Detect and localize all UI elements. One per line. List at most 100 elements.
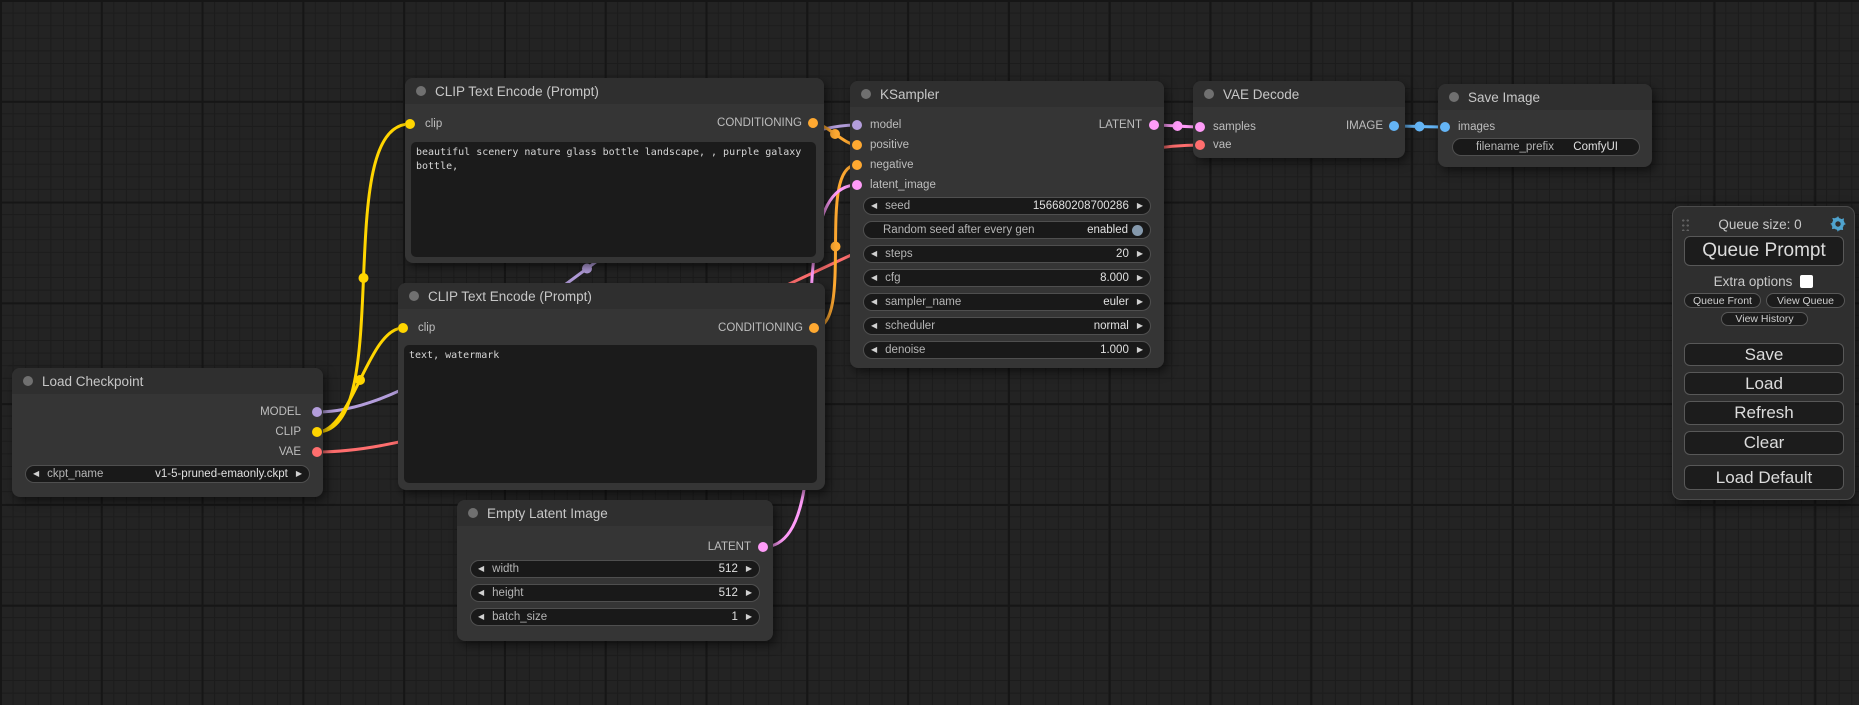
extra-options-label: Extra options — [1714, 274, 1793, 289]
decrement-arrow-icon[interactable]: ◀ — [871, 293, 877, 311]
decrement-arrow-icon[interactable]: ◀ — [871, 269, 877, 287]
link-dot-conditioning-positive — [830, 129, 840, 139]
output-dot-latent[interactable] — [758, 542, 768, 552]
node-title-bar[interactable]: CLIP Text Encode (Prompt) — [405, 78, 824, 104]
node-clip-text-encode-positive[interactable]: CLIP Text Encode (Prompt) clip CONDITION… — [405, 78, 824, 263]
node-title-bar[interactable]: Save Image — [1438, 84, 1652, 110]
prompt-textarea-negative[interactable]: text, watermark — [404, 345, 817, 483]
node-title: Empty Latent Image — [487, 506, 608, 521]
clear-button[interactable]: Clear — [1684, 431, 1844, 455]
increment-arrow-icon[interactable]: ▶ — [746, 584, 752, 602]
input-dot-samples[interactable] — [1195, 122, 1205, 132]
widget-denoise[interactable]: ◀ denoise 1.000 ▶ — [863, 341, 1151, 359]
output-dot-model[interactable] — [312, 407, 322, 417]
drag-handle-icon[interactable] — [1681, 217, 1690, 231]
widget-steps[interactable]: ◀ steps 20 ▶ — [863, 245, 1151, 263]
load-default-button[interactable]: Load Default — [1684, 465, 1844, 490]
output-dot-conditioning[interactable] — [809, 323, 819, 333]
link-dot-latent-samples — [1173, 121, 1183, 131]
settings-gear-icon[interactable] — [1830, 216, 1846, 232]
output-label-model: MODEL — [260, 402, 301, 422]
save-button[interactable]: Save — [1684, 343, 1844, 366]
output-dot-image[interactable] — [1389, 121, 1399, 131]
link-dot-model — [582, 264, 592, 274]
output-dot-vae[interactable] — [312, 447, 322, 457]
widget-cfg[interactable]: ◀ cfg 8.000 ▶ — [863, 269, 1151, 287]
input-dot-negative[interactable] — [852, 160, 862, 170]
queue-front-button[interactable]: Queue Front — [1684, 293, 1761, 308]
output-dot-conditioning[interactable] — [808, 118, 818, 128]
collapse-dot-icon[interactable] — [23, 376, 33, 386]
decrement-arrow-icon[interactable]: ◀ — [871, 197, 877, 215]
node-title-bar[interactable]: VAE Decode — [1193, 81, 1405, 107]
node-title-bar[interactable]: KSampler — [850, 81, 1164, 107]
increment-arrow-icon[interactable]: ▶ — [746, 560, 752, 578]
node-save-image[interactable]: Save Image images filename_prefix ComfyU… — [1438, 84, 1652, 167]
view-queue-button[interactable]: View Queue — [1766, 293, 1845, 308]
node-empty-latent-image[interactable]: Empty Latent Image LATENT ◀ width 512 ▶ … — [457, 500, 773, 641]
node-clip-text-encode-negative[interactable]: CLIP Text Encode (Prompt) clip CONDITION… — [398, 283, 825, 490]
increment-arrow-icon[interactable]: ▶ — [1137, 197, 1143, 215]
node-title-bar[interactable]: Empty Latent Image — [457, 500, 773, 526]
increment-arrow-icon[interactable]: ▶ — [746, 608, 752, 626]
node-title: KSampler — [880, 87, 939, 102]
node-title: VAE Decode — [1223, 87, 1299, 102]
decrement-arrow-icon[interactable]: ◀ — [478, 584, 484, 602]
output-label-vae: VAE — [279, 442, 301, 462]
view-history-button[interactable]: View History — [1721, 312, 1808, 326]
input-dot-latent-image[interactable] — [852, 180, 862, 190]
increment-arrow-icon[interactable]: ▶ — [1137, 269, 1143, 287]
input-dot-positive[interactable] — [852, 140, 862, 150]
decrement-arrow-icon[interactable]: ◀ — [871, 341, 877, 359]
output-label-latent: LATENT — [1099, 115, 1142, 135]
decrement-arrow-icon[interactable]: ◀ — [33, 465, 39, 483]
increment-arrow-icon[interactable]: ▶ — [296, 465, 302, 483]
widget-filename-prefix[interactable]: filename_prefix ComfyUI — [1452, 138, 1640, 156]
increment-arrow-icon[interactable]: ▶ — [1137, 293, 1143, 311]
widget-batch-size[interactable]: ◀ batch_size 1 ▶ — [470, 608, 760, 626]
input-dot-vae[interactable] — [1195, 140, 1205, 150]
increment-arrow-icon[interactable]: ▶ — [1137, 245, 1143, 263]
decrement-arrow-icon[interactable]: ◀ — [478, 608, 484, 626]
widget-height[interactable]: ◀ height 512 ▶ — [470, 584, 760, 602]
widget-scheduler[interactable]: ◀ scheduler normal ▶ — [863, 317, 1151, 335]
collapse-dot-icon[interactable] — [416, 86, 426, 96]
node-title-bar[interactable]: Load Checkpoint — [12, 368, 323, 394]
input-dot-images[interactable] — [1440, 122, 1450, 132]
input-dot-clip[interactable] — [398, 323, 408, 333]
load-button[interactable]: Load — [1684, 372, 1844, 395]
widget-seed[interactable]: ◀ seed 156680208700286 ▶ — [863, 197, 1151, 215]
widget-ckpt-name[interactable]: ◀ ckpt_name v1-5-pruned-emaonly.ckpt ▶ — [25, 465, 310, 483]
input-dot-clip[interactable] — [405, 119, 415, 129]
node-title-bar[interactable]: CLIP Text Encode (Prompt) — [398, 283, 825, 309]
prompt-textarea-positive[interactable]: beautiful scenery nature glass bottle la… — [411, 142, 816, 257]
widget-width[interactable]: ◀ width 512 ▶ — [470, 560, 760, 578]
node-ksampler[interactable]: KSampler model positive negative latent_… — [850, 81, 1164, 368]
extra-options-checkbox[interactable] — [1800, 275, 1813, 288]
node-graph-canvas[interactable]: Load Checkpoint MODEL CLIP VAE ◀ ckpt_na… — [0, 0, 1859, 705]
output-dot-clip[interactable] — [312, 427, 322, 437]
collapse-dot-icon[interactable] — [468, 508, 478, 518]
collapse-dot-icon[interactable] — [1204, 89, 1214, 99]
refresh-button[interactable]: Refresh — [1684, 401, 1844, 425]
increment-arrow-icon[interactable]: ▶ — [1137, 341, 1143, 359]
collapse-dot-icon[interactable] — [409, 291, 419, 301]
queue-prompt-button[interactable]: Queue Prompt — [1684, 236, 1844, 266]
node-load-checkpoint[interactable]: Load Checkpoint MODEL CLIP VAE ◀ ckpt_na… — [12, 368, 323, 497]
decrement-arrow-icon[interactable]: ◀ — [871, 245, 877, 263]
input-dot-model[interactable] — [852, 120, 862, 130]
widget-sampler-name[interactable]: ◀ sampler_name euler ▶ — [863, 293, 1151, 311]
collapse-dot-icon[interactable] — [1449, 92, 1459, 102]
widget-random-seed-toggle[interactable]: Random seed after every gen enabled — [863, 221, 1151, 239]
widget-label: ckpt_name — [47, 468, 155, 480]
node-vae-decode[interactable]: VAE Decode samples vae IMAGE — [1193, 81, 1405, 158]
output-label-conditioning: CONDITIONING — [717, 113, 802, 133]
decrement-arrow-icon[interactable]: ◀ — [871, 317, 877, 335]
input-label-negative: negative — [870, 155, 913, 175]
output-dot-latent[interactable] — [1149, 120, 1159, 130]
node-title: Load Checkpoint — [42, 374, 143, 389]
increment-arrow-icon[interactable]: ▶ — [1137, 317, 1143, 335]
decrement-arrow-icon[interactable]: ◀ — [478, 560, 484, 578]
collapse-dot-icon[interactable] — [861, 89, 871, 99]
toggle-dot-icon[interactable] — [1132, 225, 1143, 236]
